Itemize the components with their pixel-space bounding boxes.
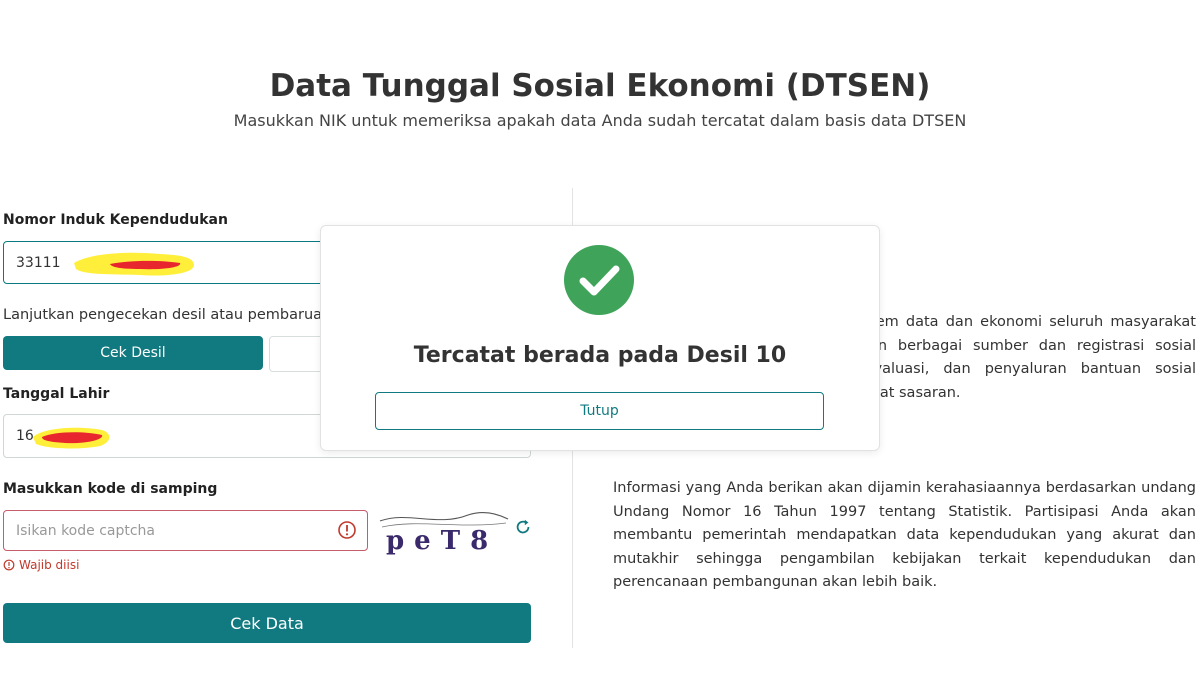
- check-circle-icon: [564, 245, 634, 315]
- help-text: Lanjutkan pengecekan desil atau pembarua…: [3, 307, 332, 323]
- cek-data-button[interactable]: Cek Data: [3, 603, 531, 643]
- captcha-input[interactable]: [3, 510, 368, 551]
- nik-value: 33111: [16, 254, 61, 271]
- nik-redaction: [74, 252, 194, 276]
- exclamation-circle-icon: [338, 521, 356, 539]
- page-title: Data Tunggal Sosial Ekonomi (DTSEN): [269, 68, 931, 104]
- captcha-code: peT8: [386, 526, 498, 555]
- nik-label: Nomor Induk Kependudukan: [3, 212, 228, 228]
- tutup-button[interactable]: Tutup: [375, 392, 824, 430]
- result-modal: Tercatat berada pada Desil 10 Tutup: [320, 225, 880, 451]
- required-error-text: Wajib diisi: [19, 558, 80, 572]
- modal-message: Tercatat berada pada Desil 10: [413, 343, 787, 368]
- page-subtitle: Masukkan NIK untuk memeriksa apakah data…: [233, 111, 967, 130]
- dob-label: Tanggal Lahir: [3, 386, 110, 402]
- cek-desil-button[interactable]: Cek Desil: [3, 336, 263, 370]
- captcha-label: Masukkan kode di samping: [3, 481, 218, 497]
- captcha-image: peT8: [379, 511, 509, 555]
- required-error: Wajib diisi: [3, 558, 79, 572]
- info-paragraph-2: Informasi yang Anda berikan akan dijamin…: [613, 480, 1196, 590]
- refresh-icon[interactable]: [514, 518, 532, 536]
- exclamation-circle-icon: [3, 559, 15, 571]
- dob-redaction: [33, 427, 110, 449]
